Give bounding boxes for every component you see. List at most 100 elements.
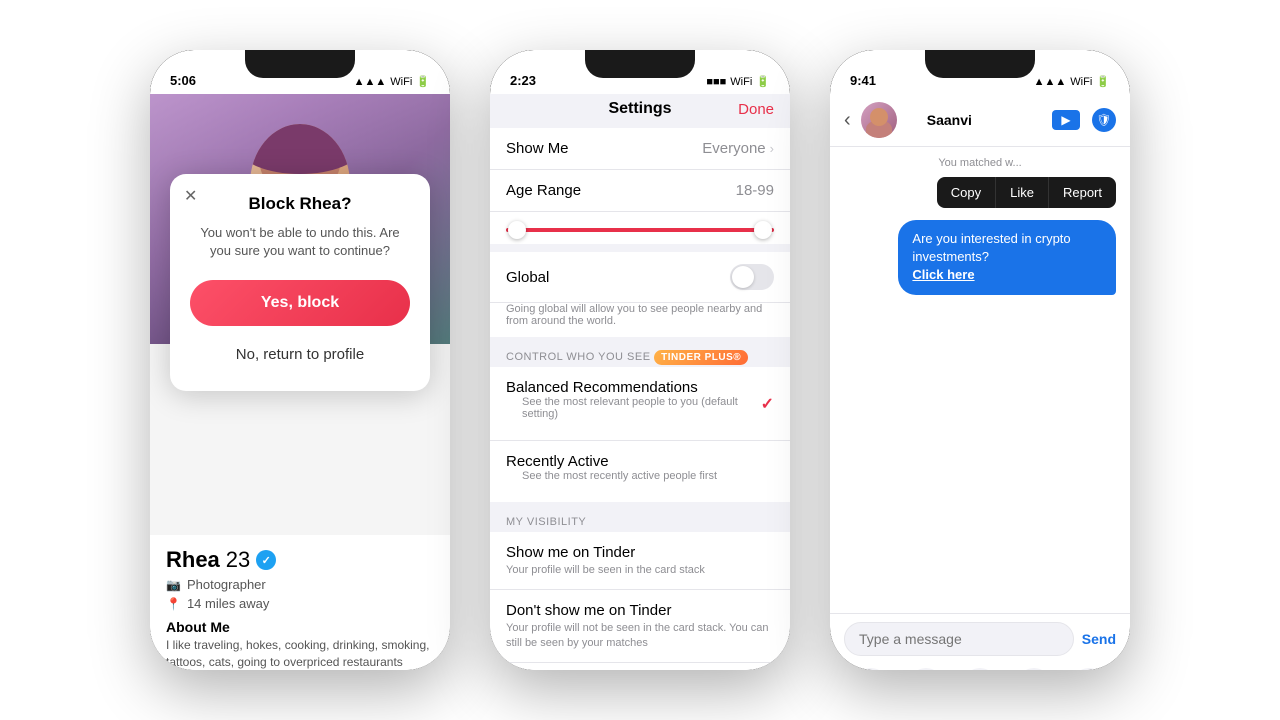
video-call-icon[interactable]: ▶	[1052, 110, 1080, 130]
dialog-description: You won't be able to undo this. Are you …	[190, 224, 410, 260]
settings-done-button[interactable]: Done	[738, 101, 774, 118]
profile-age: 23	[226, 547, 250, 573]
battery-icon-3: 🔋	[1096, 75, 1110, 88]
signal-icon-3: ▲▲▲	[1034, 76, 1067, 88]
battery-icon: 🔋	[416, 75, 430, 88]
notch-2	[585, 50, 695, 78]
more-icon[interactable]: 🔵	[1072, 668, 1106, 670]
time-1: 5:06	[170, 73, 196, 88]
recommendations-section: Balanced Recommendations See the most re…	[490, 367, 790, 502]
slider-fill	[506, 228, 774, 232]
balanced-rec-content: Balanced Recommendations See the most re…	[506, 379, 761, 428]
profession-text: Photographer	[187, 577, 266, 592]
phones-container: 5:06 ▲▲▲ WiFi 🔋 ✕ Block Rhea? You won'	[130, 30, 1150, 690]
profile-name-row: Rhea 23 ✓	[166, 547, 434, 573]
chat-toolbar: 📷 GIF 🎭 🎵 🔵	[844, 664, 1116, 670]
global-row[interactable]: Global	[490, 252, 790, 303]
show-me-chevron: ›	[770, 141, 774, 156]
phone3-content: ‹ Saanvi ▶ 🛡 You matched w... Copy Like …	[830, 94, 1130, 670]
settings-header: Settings Done	[490, 94, 790, 128]
battery-2: 🔋	[756, 75, 770, 88]
back-arrow-icon[interactable]: ‹	[844, 109, 851, 132]
age-range-label: Age Range	[506, 182, 581, 199]
profile-distance: 📍 14 miles away	[166, 596, 434, 611]
notch-1	[245, 50, 355, 78]
global-label: Global	[506, 269, 549, 286]
tinder-plus-badge-control: Tinder Plus®	[654, 350, 748, 365]
age-range-value: 18-99	[736, 182, 774, 199]
phone-2: 2:23 ■■■ WiFi 🔋 Settings Done Show Me	[490, 50, 790, 670]
balanced-rec-desc: See the most relevant people to you (def…	[506, 396, 761, 428]
global-toggle[interactable]	[730, 264, 774, 290]
no-return-button[interactable]: No, return to profile	[190, 338, 410, 371]
chat-input-row: Send	[844, 622, 1116, 656]
context-report[interactable]: Report	[1049, 177, 1116, 208]
status-icons-2: ■■■ WiFi 🔋	[706, 75, 770, 88]
send-button[interactable]: Send	[1082, 631, 1116, 647]
chat-actions: ▶ 🛡	[1052, 108, 1116, 132]
message-text: Are you interested in crypto investments…	[912, 231, 1070, 264]
profile-profession: 📷 Photographer	[166, 577, 434, 592]
show-on-tinder-row[interactable]: Show me on Tinder Your profile will be s…	[490, 532, 790, 590]
spotify-icon[interactable]: 🎵	[1017, 668, 1051, 670]
phone1-content: ✕ Block Rhea? You won't be able to undo …	[150, 94, 450, 670]
age-range-label-row: Age Range 18-99	[490, 170, 790, 212]
toggle-knob	[732, 266, 754, 288]
message-link[interactable]: Click here	[912, 267, 974, 282]
show-me-value: Everyone ›	[702, 140, 774, 157]
shield-safety-icon[interactable]: 🛡	[1092, 108, 1116, 132]
time-2: 2:23	[510, 73, 536, 88]
phone-1: 5:06 ▲▲▲ WiFi 🔋 ✕ Block Rhea? You won'	[150, 50, 450, 670]
slider-thumb-right[interactable]	[754, 221, 772, 239]
phone-3: 9:41 ▲▲▲ WiFi 🔋 ‹ Saanvi ▶ 🛡	[830, 50, 1130, 670]
profile-name-text: Rhea	[166, 547, 220, 573]
chat-message-input[interactable]	[844, 622, 1074, 656]
wifi-icon-2: WiFi	[730, 76, 752, 88]
recently-active-label: Recently Active	[506, 453, 733, 470]
camera-icon[interactable]: 📷	[854, 668, 888, 670]
context-copy[interactable]: Copy	[937, 177, 996, 208]
chat-messages: You matched w... Copy Like Report Are yo…	[830, 147, 1130, 613]
profile-info: Rhea 23 ✓ 📷 Photographer 📍 14 miles away…	[150, 535, 450, 670]
dialog-title: Block Rhea?	[190, 194, 410, 214]
time-3: 9:41	[850, 73, 876, 88]
incognito-row[interactable]: Go Incognito Tinder Plus® You will only …	[490, 663, 790, 670]
message-bubble: Are you interested in crypto investments…	[898, 220, 1116, 295]
global-section: Global Going global will allow you to se…	[490, 252, 790, 337]
dont-show-desc: Your profile will not be seen in the car…	[506, 621, 774, 650]
slider-thumb-left[interactable]	[508, 221, 526, 239]
visibility-section: Show me on Tinder Your profile will be s…	[490, 532, 790, 670]
sticker-icon[interactable]: 🎭	[963, 668, 997, 670]
chat-avatar	[861, 102, 897, 138]
recently-active-content: Recently Active See the most recently ac…	[506, 453, 733, 490]
distance-text: 14 miles away	[187, 596, 269, 611]
block-dialog: ✕ Block Rhea? You won't be able to undo …	[170, 174, 430, 391]
visibility-section-label: MY VISIBILITY	[490, 510, 790, 532]
show-me-label: Show Me	[506, 140, 569, 157]
status-icons-3: ▲▲▲ WiFi 🔋	[1034, 75, 1110, 88]
profession-icon: 📷	[166, 578, 181, 592]
chat-input-area: Send 📷 GIF 🎭 🎵 🔵	[830, 613, 1130, 670]
chat-contact-name: Saanvi	[907, 112, 992, 128]
battery-icon-2: ■■■	[706, 76, 726, 88]
recently-active-desc: See the most recently active people firs…	[506, 470, 733, 490]
slider-track	[506, 228, 774, 232]
wifi-icon-3: WiFi	[1070, 76, 1092, 88]
location-icon: 📍	[166, 597, 181, 611]
show-me-section: Show Me Everyone › Age Range 18-99	[490, 128, 790, 244]
age-range-slider[interactable]	[490, 212, 790, 244]
context-like[interactable]: Like	[996, 177, 1049, 208]
gif-icon[interactable]: GIF	[909, 668, 943, 670]
yes-block-button[interactable]: Yes, block	[190, 280, 410, 326]
global-desc: Going global will allow you to see peopl…	[490, 303, 790, 337]
dialog-close-icon[interactable]: ✕	[184, 186, 197, 206]
wifi-icon: WiFi	[390, 76, 412, 88]
context-menu: Copy Like Report	[937, 177, 1116, 208]
show-me-value-text: Everyone	[702, 140, 765, 157]
signal-icon: ▲▲▲	[354, 76, 387, 88]
show-me-row[interactable]: Show Me Everyone ›	[490, 128, 790, 170]
balanced-rec-row[interactable]: Balanced Recommendations See the most re…	[490, 367, 790, 441]
recently-active-row[interactable]: Recently Active See the most recently ac…	[490, 441, 790, 502]
chat-header: ‹ Saanvi ▶ 🛡	[830, 94, 1130, 147]
dont-show-row[interactable]: Don't show me on Tinder Your profile wil…	[490, 590, 790, 663]
